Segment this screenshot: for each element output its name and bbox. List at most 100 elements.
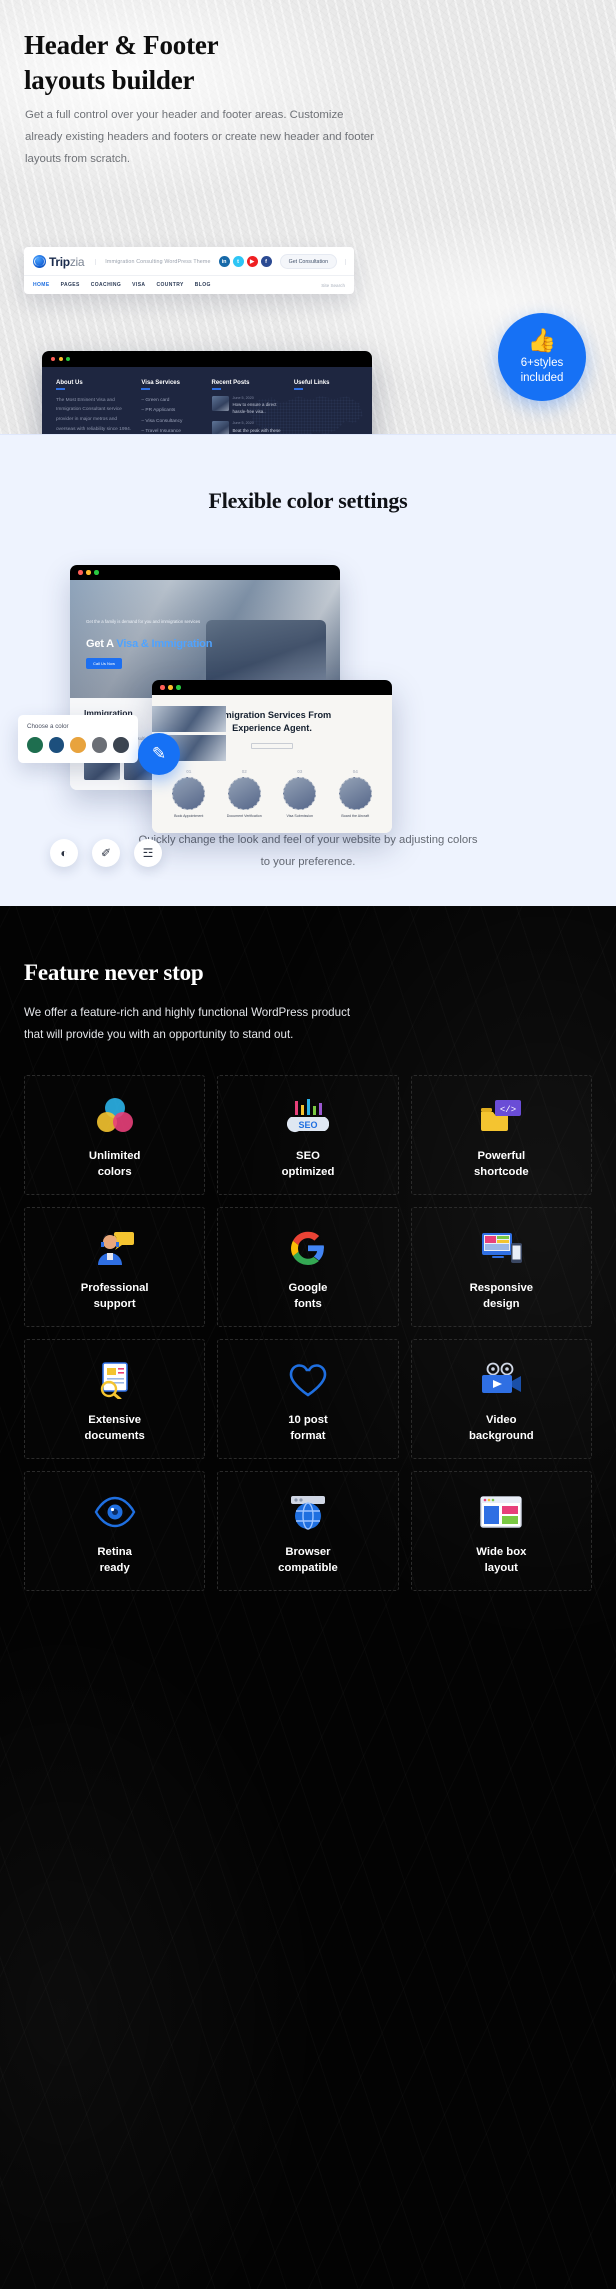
front-heading-line-2: Experience Agent. (232, 722, 312, 733)
color-settings-section: Flexible color settings Get the a family… (0, 434, 616, 906)
step-label: Book Appointment (174, 813, 204, 818)
feature-card-unlimited-colors[interactable]: Unlimited colors (24, 1074, 206, 1195)
browser-globe-icon (288, 1490, 328, 1534)
feature-card-retina-ready[interactable]: Retina ready (24, 1470, 206, 1591)
feature-card-professional-support[interactable]: Professional support (24, 1206, 206, 1327)
section-title-color-settings: Flexible color settings (208, 488, 408, 513)
youtube-icon[interactable]: ▶ (246, 256, 258, 267)
header-footer-section: Header & Footer layouts builder Get a fu… (0, 0, 616, 434)
brush-fab-button[interactable]: ✎ (138, 733, 180, 775)
feature-card-extensive-documents[interactable]: Extensive documents (24, 1338, 206, 1459)
feature-label-line-1: Wide box (476, 1545, 527, 1558)
close-dot-icon[interactable] (51, 357, 55, 361)
feature-card-browser-compatible[interactable]: Browser compatible (217, 1470, 399, 1591)
header-social-links: in t ▶ f (218, 256, 272, 267)
footer-visa-item[interactable]: – Travel Insurance (141, 427, 202, 434)
hero-subtitle: Get the a family is demand for you and i… (86, 618, 201, 624)
color-swatch-orange[interactable] (70, 737, 86, 753)
color-picker-label: Choose a color (27, 723, 69, 730)
facebook-icon[interactable]: f (260, 256, 272, 267)
nav-item-blog[interactable]: BLOG (195, 282, 211, 288)
video-camera-icon (478, 1358, 524, 1402)
feature-label-line-2: compatible (278, 1561, 338, 1574)
feature-card-google-fonts[interactable]: Google fonts (217, 1206, 399, 1327)
header-mockup-topbar: Tripzia Immigration Consulting WordPress… (24, 247, 354, 275)
feature-label-line-2: documents (84, 1429, 145, 1442)
feature-label-line-2: format (290, 1429, 326, 1442)
footer-visa-item[interactable]: – PR Applicants (141, 406, 202, 417)
footer-about-text: The Most Eminent Visa and Immigration Co… (56, 397, 132, 432)
maximize-dot-icon[interactable] (176, 685, 181, 690)
color-swatch-list (27, 737, 129, 753)
close-dot-icon[interactable] (78, 570, 83, 575)
color-swatch-green[interactable] (27, 737, 43, 753)
code-shortcode-icon: </> (479, 1094, 523, 1138)
post-title: Beat the peak with these top visa applic… (232, 427, 281, 433)
front-window-button[interactable] (251, 742, 293, 749)
feature-card-video-background[interactable]: Video background (410, 1338, 592, 1459)
contrast-tool-button[interactable]: ◐ (50, 839, 78, 867)
retina-eye-icon (93, 1490, 137, 1534)
footer-post-item[interactable]: June 5, 2020 How to ensure a direct hass… (211, 395, 285, 416)
window-titlebar (42, 351, 372, 367)
color-swatch-blue[interactable] (48, 737, 65, 753)
close-dot-icon[interactable] (160, 685, 165, 690)
feature-label-line-1: Responsive (469, 1281, 534, 1294)
svg-text:</>: </> (500, 1105, 516, 1115)
nav-item-coaching[interactable]: COACHING (91, 282, 121, 288)
feature-label-line-1: Professional (80, 1281, 149, 1294)
support-agent-icon (94, 1226, 136, 1270)
front-window-body: Immigration Services From Experience Age… (152, 694, 392, 761)
footer-visa-item[interactable]: – Green card (141, 396, 202, 407)
hero-heading-plain: Get A (86, 637, 117, 650)
responsive-devices-icon (478, 1226, 524, 1270)
eyedropper-tool-button[interactable]: ✐ (92, 839, 120, 867)
step-number: 03 (297, 768, 303, 774)
color-circles-icon (95, 1094, 135, 1138)
footer-post-item[interactable]: June 5, 2020 Beat the peak with these to… (211, 421, 285, 434)
footer-visa-label: Green card (145, 397, 170, 403)
footer-col-visa-services: Visa Services – Green card – PR Applican… (141, 380, 202, 434)
minimize-dot-icon[interactable] (168, 685, 173, 690)
hero-cta-button[interactable]: Call Us Now (86, 657, 123, 669)
feature-card-wide-box-layout[interactable]: Wide box layout (410, 1470, 592, 1591)
step-item: 03 Visa Submission (275, 769, 325, 819)
maximize-dot-icon[interactable] (94, 570, 99, 575)
feature-label-line-2: optimized (281, 1165, 335, 1178)
footer-visa-item[interactable]: – Visa Consultancy (141, 417, 202, 428)
post-thumbnail (211, 421, 229, 434)
sliders-tool-button[interactable]: ☲ (134, 839, 162, 867)
nav-item-country[interactable]: COUNTRY (156, 282, 183, 288)
front-window-steps: 01 Book Appointment 02 Document Verifica… (152, 758, 392, 834)
minimize-dot-icon[interactable] (86, 570, 91, 575)
color-swatch-dark[interactable] (113, 737, 129, 753)
contrast-icon: ◐ (60, 846, 68, 860)
maximize-dot-icon[interactable] (66, 357, 70, 361)
feature-card-responsive-design[interactable]: Responsive design (410, 1206, 592, 1327)
footer-visa-label: Travel Insurance (145, 429, 181, 434)
footer-col-useful-links: Useful Links (293, 380, 358, 434)
feature-card-powerful-shortcode[interactable]: </> Powerful shortcode (410, 1074, 592, 1195)
nav-item-visa[interactable]: VISA (132, 282, 145, 288)
site-logo[interactable]: Tripzia (33, 254, 85, 269)
footer-mockup-body: About Us The Most Eminent Visa and Immig… (42, 367, 372, 434)
step-image (283, 776, 317, 810)
nav-item-pages[interactable]: PAGES (61, 282, 80, 288)
feature-card-post-format[interactable]: 10 post format (217, 1338, 399, 1459)
feature-card-seo-optimized[interactable]: SEO SEO optimized (217, 1074, 399, 1195)
title-line-1: Header & Footer (24, 30, 219, 60)
nav-item-home[interactable]: HOME (33, 282, 50, 288)
thumbs-up-icon: 👍 (527, 327, 557, 354)
logo-text-light: zia (69, 254, 85, 269)
twitter-icon[interactable]: t (232, 256, 244, 267)
feature-label-line-1: Browser (285, 1545, 331, 1558)
get-consultation-button[interactable]: Get Consultation (279, 254, 338, 269)
color-settings-caption: Quickly change the look and feel of your… (138, 833, 478, 868)
brush-icon: ✎ (151, 744, 167, 763)
color-swatch-gray[interactable] (91, 737, 108, 753)
step-image (227, 776, 261, 810)
minimize-dot-icon[interactable] (58, 357, 63, 361)
search-label[interactable]: Site Search (321, 283, 345, 288)
header-phone[interactable]: ☎+1800-200-1234 (345, 258, 354, 265)
linkedin-icon[interactable]: in (218, 256, 230, 267)
